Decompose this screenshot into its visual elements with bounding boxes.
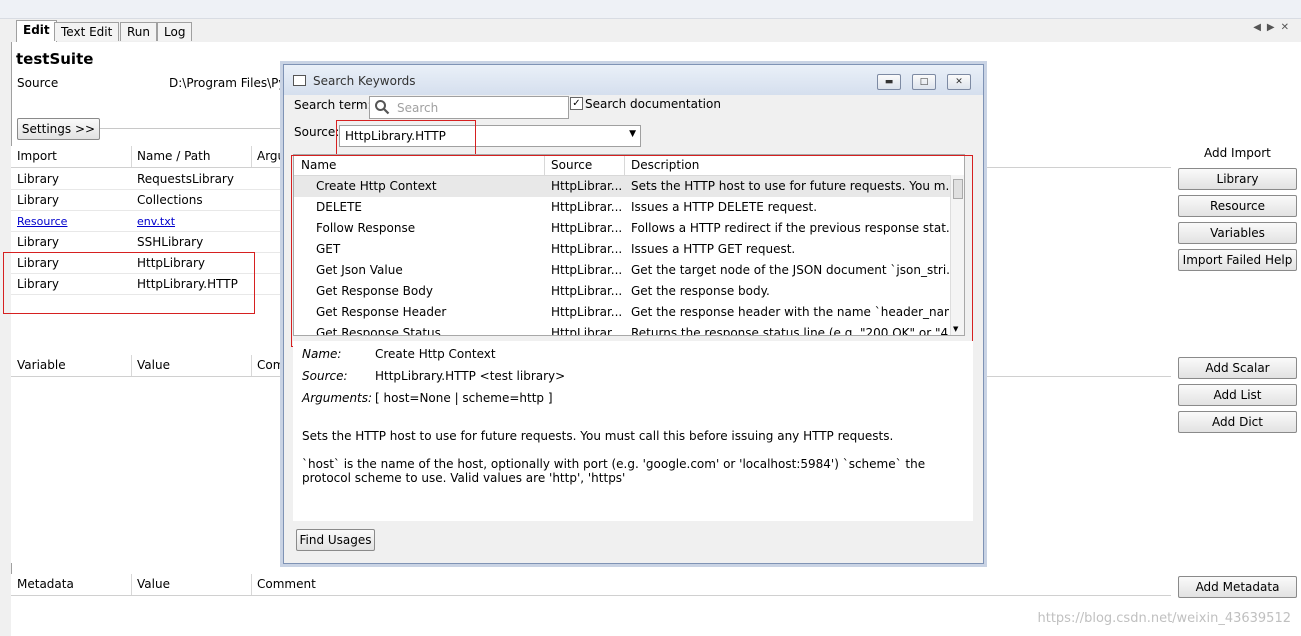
window-icon [293,75,306,86]
source-path: D:\Program Files\Pyth [169,76,298,90]
col-value: Value [137,358,170,372]
detail-name-label: Name: [302,347,342,361]
search-documentation-label: Search documentation [585,97,721,111]
search-input[interactable]: Search [369,96,569,119]
import-name[interactable]: RequestsLibrary [137,172,234,186]
detail-name-value: Create Http Context [375,347,496,361]
metadata-table: Metadata Value Comment [11,574,1171,636]
editor-tab-bar: Edit Text Edit Run Log [0,18,1301,43]
import-type[interactable]: Library [17,235,59,249]
close-icon[interactable]: ✕ [947,74,971,90]
import-name-link[interactable]: env.txt [137,215,175,228]
close-icon[interactable]: ✕ [1281,22,1295,33]
source-label: Source [17,76,59,90]
highlight-box-libraries [3,252,255,314]
tab-prev-icon[interactable]: ◀ [1253,22,1267,33]
minimize-icon[interactable]: ▬ [877,74,901,90]
add-variables-button[interactable]: Variables [1178,222,1297,244]
col-arguments: Argu [257,149,286,163]
search-term-label: Search term: [294,98,372,112]
page-title: testSuite [16,50,94,68]
add-import-label: Add Import [1204,146,1271,160]
col-comment: Com [257,358,285,372]
col-comment: Comment [257,577,316,591]
import-failed-help-button[interactable]: Import Failed Help [1178,249,1297,271]
watermark-text: https://blog.csdn.net/weixin_43639512 [1037,611,1291,626]
dialog-title: Search Keywords [313,74,416,88]
detail-arguments-value: [ host=None | scheme=http ] [375,391,553,405]
tab-next-icon[interactable]: ▶ [1267,22,1281,33]
search-keywords-dialog: Search Keywords ▬ □ ✕ Search term: Searc… [283,64,984,564]
highlight-box-source [336,120,476,155]
add-dict-button[interactable]: Add Dict [1178,411,1297,433]
keyword-details: Name: Create Http Context Source: HttpLi… [293,341,973,521]
add-list-button[interactable]: Add List [1178,384,1297,406]
detail-arguments-label: Arguments: [302,391,373,405]
settings-divider [100,128,290,129]
tab-run[interactable]: Run [120,22,158,41]
search-documentation-checkbox[interactable]: ✓ [570,97,583,110]
detail-doc-paragraph: Sets the HTTP host to use for future req… [302,429,894,443]
add-metadata-button[interactable]: Add Metadata [1178,576,1297,598]
col-metadata: Metadata [17,577,74,591]
metadata-header: Metadata Value Comment [11,574,1171,596]
col-import: Import [17,149,57,163]
add-resource-button[interactable]: Resource [1178,195,1297,217]
tab-log[interactable]: Log [157,22,193,41]
tab-nav-arrows[interactable]: ◀▶✕ [1253,22,1295,33]
dialog-titlebar[interactable]: Search Keywords ▬ □ ✕ [284,65,983,95]
search-icon [375,100,390,115]
detail-source-label: Source: [302,369,348,383]
col-variable: Variable [17,358,66,372]
import-name[interactable]: SSHLibrary [137,235,203,249]
search-placeholder: Search [397,101,439,115]
maximize-icon[interactable]: □ [912,74,936,90]
add-library-button[interactable]: Library [1178,168,1297,190]
settings-button[interactable]: Settings >> [17,118,100,140]
col-name-path: Name / Path [137,149,211,163]
col-value: Value [137,577,170,591]
chevron-down-icon[interactable]: ▼ [629,129,636,139]
import-name[interactable]: Collections [137,193,203,207]
find-usages-button[interactable]: Find Usages [296,529,375,551]
import-type[interactable]: Library [17,172,59,186]
source-label: Source: [294,125,340,139]
window-top-band [0,0,1301,19]
import-type-link[interactable]: Resource [17,215,67,228]
import-type[interactable]: Library [17,193,59,207]
tab-text-edit[interactable]: Text Edit [54,22,120,41]
add-scalar-button[interactable]: Add Scalar [1178,357,1297,379]
highlight-box-keywords [291,155,973,347]
detail-doc-paragraph: `host` is the name of the host, optional… [302,457,926,485]
tab-edit[interactable]: Edit [16,20,57,43]
detail-source-value: HttpLibrary.HTTP <test library> [375,369,566,383]
